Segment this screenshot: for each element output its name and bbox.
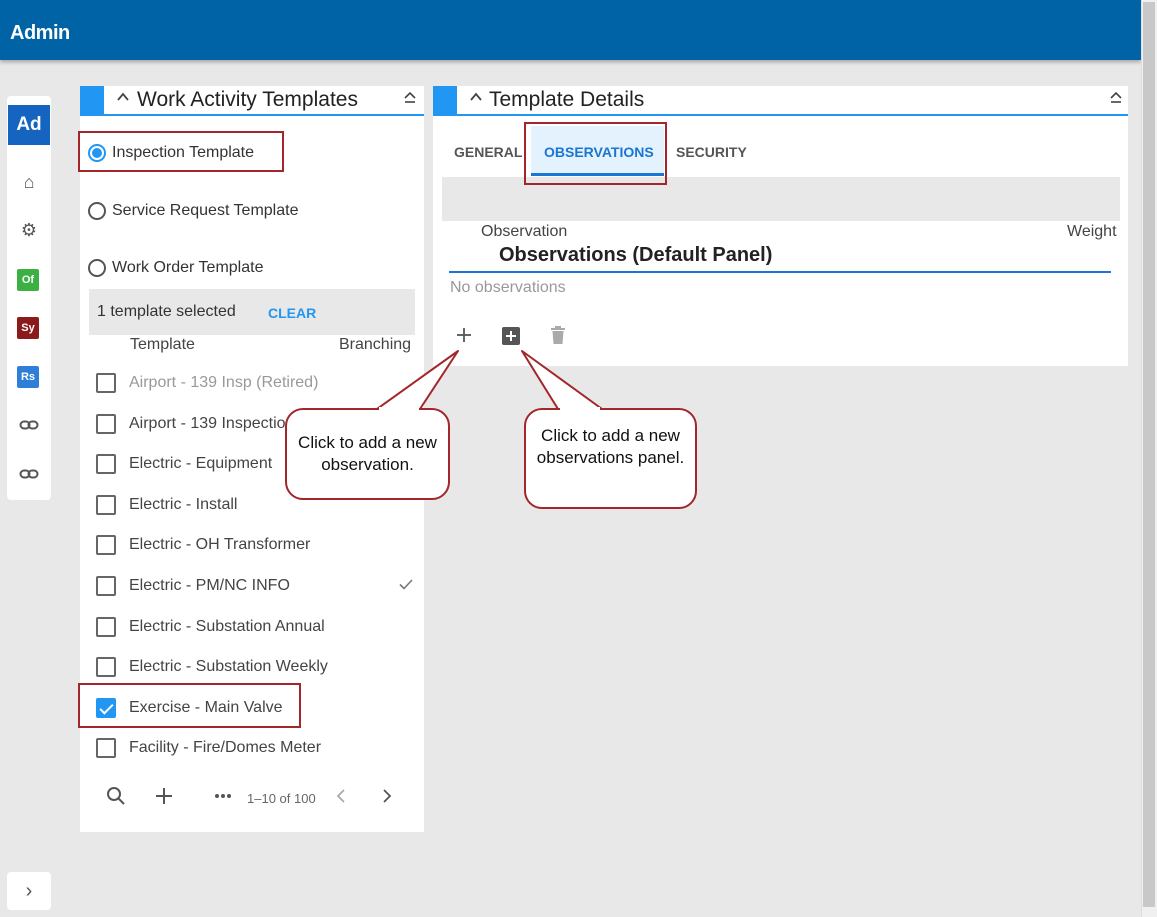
panel-header: Template Details: [457, 86, 1128, 116]
home-icon[interactable]: ⌂: [18, 171, 40, 193]
checkbox[interactable]: [96, 495, 116, 515]
panel-title: Template Details: [489, 88, 645, 111]
add-observations-panel-icon[interactable]: [501, 326, 521, 351]
clear-selection-button[interactable]: CLEAR: [268, 305, 316, 321]
next-page-icon[interactable]: [379, 786, 395, 811]
callout-seam: [560, 407, 600, 411]
chevron-up-icon[interactable]: [469, 90, 483, 109]
panel-accent: [80, 86, 104, 116]
list-item[interactable]: Electric - Install: [96, 493, 237, 517]
checkbox[interactable]: [96, 414, 116, 434]
list-item-label: Airport - 139 Insp (Retired): [129, 374, 319, 391]
panel-header: Work Activity Templates: [104, 86, 424, 116]
observation-panel-name: Observations (Default Panel): [499, 244, 773, 266]
callout-add-panel: Click to add a new observations panel.: [524, 408, 697, 509]
link-icon[interactable]: [18, 464, 40, 486]
checkbox[interactable]: [96, 617, 116, 637]
radio-work-order-template[interactable]: Work Order Template: [88, 256, 263, 280]
callout-text: Click to add a new observation.: [298, 433, 437, 474]
selection-bar: 1 template selected CLEAR: [89, 289, 415, 335]
radio-button[interactable]: [88, 259, 106, 277]
column-header-observation: Observation: [481, 223, 568, 240]
more-options-icon[interactable]: [213, 786, 233, 811]
callout-text: Click to add a new observations panel.: [536, 426, 685, 467]
radio-label: Service Request Template: [112, 202, 299, 219]
list-item[interactable]: Electric - Substation Weekly: [96, 655, 328, 679]
checkbox[interactable]: [96, 738, 116, 758]
radio-button[interactable]: [88, 202, 106, 220]
chevron-up-icon[interactable]: [116, 90, 130, 109]
callout-add-observation: Click to add a new observation.: [285, 408, 450, 500]
delete-icon[interactable]: [550, 325, 566, 350]
column-header-branching[interactable]: Branching: [339, 336, 411, 354]
list-item[interactable]: Facility - Fire/Domes Meter: [96, 736, 321, 760]
selection-count: 1 template selected: [97, 303, 236, 320]
list-item-label: Electric - Install: [129, 496, 238, 513]
radio-label: Work Order Template: [112, 259, 264, 276]
sy-badge-icon[interactable]: Sy: [17, 317, 39, 339]
add-template-icon[interactable]: [154, 786, 174, 811]
collapse-panel-icon[interactable]: [402, 89, 418, 110]
list-item-label: Electric - PM/NC INFO: [129, 577, 290, 594]
list-item-label: Airport - 139 Inspection: [129, 415, 295, 432]
add-observation-icon[interactable]: [455, 326, 473, 349]
expand-sidebar-button[interactable]: ›: [7, 872, 51, 910]
tab-general[interactable]: GENERAL: [454, 144, 522, 160]
list-item-label: Electric - Equipment: [129, 455, 273, 472]
panel-accent: [433, 86, 457, 116]
list-item-label: Facility - Fire/Domes Meter: [129, 739, 322, 756]
list-item[interactable]: Airport - 139 Inspection: [96, 412, 294, 436]
checkbox[interactable]: [96, 576, 116, 596]
page-scrollbar-thumb[interactable]: [1143, 2, 1155, 907]
list-item[interactable]: Airport - 139 Insp (Retired): [96, 371, 318, 395]
branching-check-icon: [398, 576, 414, 597]
pagination-range: 1–10 of 100: [247, 791, 316, 806]
list-item[interactable]: Electric - Equipment: [96, 452, 272, 476]
checkbox[interactable]: [96, 657, 116, 677]
app-header: Admin: [0, 0, 1141, 60]
highlight-inspection-template: [78, 131, 284, 172]
panel-title: Work Activity Templates: [137, 88, 358, 111]
checkbox[interactable]: [96, 535, 116, 555]
rs-badge-icon[interactable]: Rs: [17, 366, 39, 388]
list-item[interactable]: Electric - Substation Annual: [96, 615, 325, 639]
admin-logo[interactable]: Ad: [8, 105, 50, 145]
highlight-observations-tab: [524, 122, 667, 185]
list-item[interactable]: Electric - OH Transformer: [96, 533, 310, 557]
checkbox[interactable]: [96, 454, 116, 474]
of-badge-icon[interactable]: Of: [17, 269, 39, 291]
checkbox[interactable]: [96, 373, 116, 393]
empty-observations-text: No observations: [450, 279, 566, 296]
column-header-template[interactable]: Template: [130, 336, 195, 354]
side-navigation: Ad ⌂ ⚙ Of Sy Rs: [7, 96, 51, 500]
radio-service-request-template[interactable]: Service Request Template: [88, 199, 298, 223]
app-title: Admin: [10, 22, 70, 44]
list-item[interactable]: Electric - PM/NC INFO: [96, 574, 290, 598]
collapse-panel-icon[interactable]: [1108, 89, 1124, 110]
previous-page-icon[interactable]: [333, 786, 349, 811]
link-icon[interactable]: [18, 415, 40, 437]
observation-panel-header[interactable]: Observations (Default Panel): [449, 241, 1111, 273]
highlight-exercise-main-valve: [78, 683, 301, 728]
search-icon[interactable]: [106, 786, 126, 811]
list-item-label: Electric - Substation Annual: [129, 618, 325, 635]
tab-security[interactable]: SECURITY: [676, 144, 747, 160]
gear-icon[interactable]: ⚙: [18, 219, 40, 241]
list-item-label: Electric - OH Transformer: [129, 536, 311, 553]
callout-seam: [379, 407, 419, 411]
column-header-weight: Weight: [1067, 223, 1117, 240]
list-item-label: Electric - Substation Weekly: [129, 658, 328, 675]
